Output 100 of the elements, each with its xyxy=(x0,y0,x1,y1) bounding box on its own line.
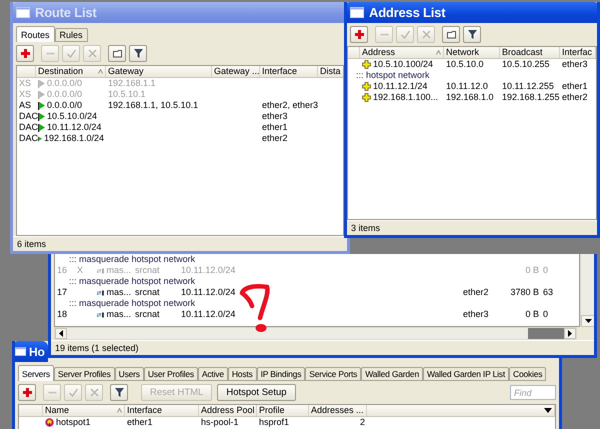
add-button[interactable] xyxy=(350,26,368,43)
title-bar[interactable]: Ho xyxy=(15,341,48,362)
scroll-right-button[interactable] xyxy=(564,328,576,339)
table-cell: hsprof1 xyxy=(259,417,290,428)
table-cell: 16 xyxy=(57,265,68,276)
hotspot-icon xyxy=(45,418,54,427)
column-header[interactable]: Destination xyxy=(36,66,106,77)
column-header[interactable]: Interface xyxy=(260,66,318,77)
tab[interactable]: Users xyxy=(114,367,144,381)
table-cell: mas... xyxy=(106,287,131,298)
table-cell: ether3 xyxy=(262,111,288,122)
status-bar: 6 items xyxy=(13,236,347,251)
table-cell: 0 xyxy=(543,265,548,276)
status-bar: 19 items (1 selected) xyxy=(51,340,594,355)
scroll-left-button[interactable] xyxy=(55,328,67,339)
find-field[interactable]: Find xyxy=(510,385,556,400)
column-header[interactable]: Interfac xyxy=(560,47,596,58)
window-icon xyxy=(16,7,30,18)
scroll-down-button[interactable] xyxy=(581,315,594,327)
table-cell: 10.11.12.0/24 xyxy=(181,287,236,298)
column-header[interactable]: Name xyxy=(43,405,125,416)
table-cell: 3780 B xyxy=(510,287,539,298)
tab[interactable]: Cookies xyxy=(509,367,546,381)
column-header[interactable]: Gateway ... xyxy=(212,66,260,77)
tab[interactable]: Hosts xyxy=(228,367,257,381)
tab[interactable]: Service Ports xyxy=(305,367,362,381)
tab[interactable]: Server Profiles xyxy=(54,367,115,381)
filter-button[interactable] xyxy=(463,26,481,43)
window-title: Route List xyxy=(35,5,97,20)
column-header[interactable]: Gateway xyxy=(106,66,212,77)
table-cell: 0.0.0.0/0 xyxy=(47,89,82,100)
table-cell: X xyxy=(77,265,84,276)
window-icon xyxy=(15,347,26,356)
add-button[interactable] xyxy=(18,384,36,401)
table-cell: 192.168.1.100... xyxy=(373,92,438,103)
toolbar-button[interactable]: Hotspot Setup xyxy=(217,384,296,401)
tab[interactable]: Servers xyxy=(18,365,54,381)
table-cell: 18 xyxy=(57,309,68,320)
tab[interactable]: Active xyxy=(198,367,228,381)
caret-icon[interactable] xyxy=(544,408,552,413)
vertical-scrollbar[interactable] xyxy=(580,254,594,327)
table-cell: 192.168.1.255 xyxy=(502,92,560,103)
table-cell: 17 xyxy=(57,287,68,298)
sort-icon xyxy=(98,69,103,74)
note-icon xyxy=(446,29,456,40)
column-header[interactable]: Broadcast xyxy=(500,47,560,58)
table-cell: srcnat xyxy=(135,309,160,320)
add-icon xyxy=(354,29,364,40)
sort-icon xyxy=(117,408,122,413)
caret-left-icon xyxy=(59,330,63,337)
table-cell: 10.11.12.0/24 xyxy=(181,265,236,276)
table-cell: 192.168.1.1 xyxy=(108,78,156,89)
window-icon xyxy=(350,7,364,18)
table-cell: XS xyxy=(19,78,32,89)
table-cell: 10.11.12.0/24 xyxy=(181,309,236,320)
column-header[interactable]: Address Pool xyxy=(199,405,257,416)
table-cell: DAC xyxy=(19,133,38,144)
column-header[interactable]: Addresses ... xyxy=(309,405,367,416)
table-cell: AS xyxy=(19,100,32,111)
tab[interactable]: Walled Garden xyxy=(361,367,423,381)
comment-button[interactable] xyxy=(108,45,126,62)
window-title: Address List xyxy=(369,5,446,20)
tab[interactable]: Routes xyxy=(16,26,55,42)
table-cell: ether3 xyxy=(562,59,588,70)
table-cell: 0.0.0.0/0 xyxy=(47,78,82,89)
check-icon xyxy=(68,387,78,398)
table-cell: DAC xyxy=(19,122,38,133)
filter-icon xyxy=(466,29,478,40)
table-cell: 10.5.10.0 xyxy=(446,59,484,70)
plus-icon xyxy=(362,82,371,91)
filter-button[interactable] xyxy=(110,384,128,401)
tab[interactable]: User Profiles xyxy=(144,367,198,381)
exclamation-mark-drawing xyxy=(240,284,270,332)
table-cell: 10.5.10.100/24 xyxy=(373,59,434,70)
tab[interactable]: Walled Garden IP List xyxy=(422,367,509,381)
tab[interactable]: Rules xyxy=(54,28,88,42)
check-icon xyxy=(66,48,76,59)
table-cell: DAC xyxy=(19,111,38,122)
add-button[interactable] xyxy=(16,45,34,62)
table-cell: ether1 xyxy=(262,122,288,133)
tab[interactable]: IP Bindings xyxy=(256,367,306,381)
column-header[interactable]: Interface xyxy=(125,405,199,416)
table-cell: 10.11.12.1/24 xyxy=(373,81,428,92)
horizontal-scrollbar[interactable] xyxy=(54,327,577,340)
scroll-thumb[interactable] xyxy=(528,328,564,339)
column-header[interactable]: Network xyxy=(444,47,500,58)
table-cell: 2 xyxy=(360,417,365,428)
title-bar[interactable]: Address List xyxy=(347,2,597,23)
column-header[interactable]: Profile xyxy=(257,405,309,416)
table-cell: ether2, ether3 xyxy=(262,100,318,111)
table-cell: 10.11.12.0 xyxy=(446,81,488,92)
table-cell: ether2 xyxy=(262,133,288,144)
check-icon xyxy=(400,29,410,40)
column-header[interactable]: Address xyxy=(360,47,444,58)
filter-button[interactable] xyxy=(129,45,147,62)
table-cell: XS xyxy=(19,89,32,100)
comment-button[interactable] xyxy=(442,26,460,43)
table-cell: mas... xyxy=(106,265,131,276)
table-cell: srcnat xyxy=(135,265,160,276)
comment-text: ::: masquerade hotspot network xyxy=(69,298,196,309)
